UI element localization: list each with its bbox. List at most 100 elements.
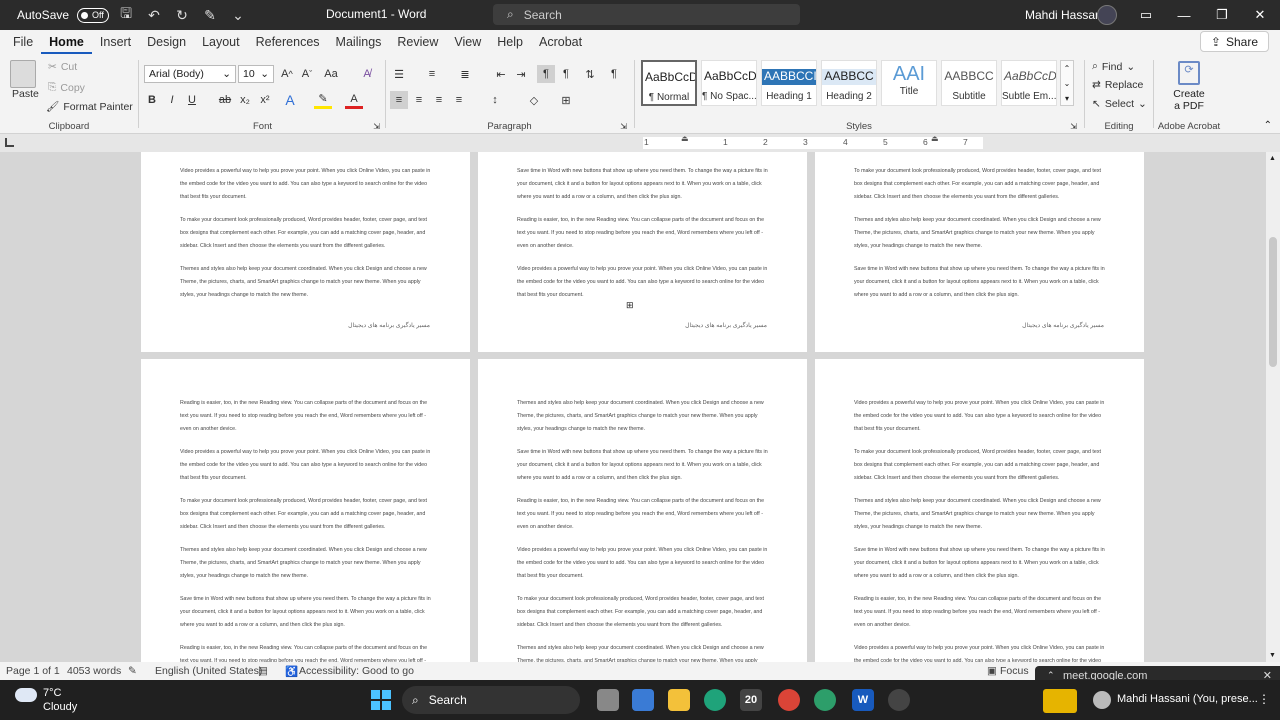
paragraph[interactable]: Video provides a powerful way to help yo… bbox=[517, 263, 768, 302]
share-button[interactable]: ⇪ Share bbox=[1199, 31, 1269, 52]
bold-icon[interactable]: B bbox=[143, 91, 161, 109]
select-button[interactable]: ↖ Select ⌄ bbox=[1092, 98, 1147, 110]
grow-font-icon[interactable]: A ^ bbox=[278, 65, 296, 83]
shading-icon[interactable]: ◇ bbox=[525, 91, 543, 109]
paragraph[interactable]: Video provides a powerful way to help yo… bbox=[854, 397, 1105, 436]
undo-icon[interactable]: ↶ bbox=[143, 4, 165, 26]
collapse-ribbon-icon[interactable]: ⌃ bbox=[1264, 120, 1272, 131]
tab-view[interactable]: View bbox=[446, 30, 489, 54]
paragraph[interactable]: Reading is easier, too, in the new Readi… bbox=[180, 397, 431, 436]
align-right-icon[interactable]: ≡ bbox=[430, 91, 448, 109]
redo-icon[interactable]: ↻ bbox=[171, 4, 193, 26]
paragraph[interactable]: To make your document look professionall… bbox=[854, 446, 1105, 485]
style-no-spacing[interactable]: AaBbCcDc ¶ No Spac... bbox=[701, 60, 757, 106]
paragraph[interactable]: Themes and styles also help keep your do… bbox=[180, 263, 431, 302]
rtl-icon[interactable]: ¶ bbox=[557, 65, 575, 83]
styles-scroll[interactable]: ⌃ ⌄ ▾ bbox=[1060, 60, 1074, 106]
task-view-icon[interactable] bbox=[597, 689, 619, 711]
highlight-icon[interactable]: ✎ bbox=[314, 91, 332, 109]
style-heading-2[interactable]: AABBCC Heading 2 bbox=[821, 60, 877, 106]
paragraph[interactable]: Themes and styles also help keep your do… bbox=[854, 214, 1105, 253]
bullets-icon[interactable]: ☰ bbox=[390, 65, 408, 83]
user-name[interactable]: Mahdi Hassani bbox=[1025, 8, 1104, 22]
paragraph[interactable]: Themes and styles also help keep your do… bbox=[180, 544, 431, 583]
paragraph[interactable]: Video provides a powerful way to help yo… bbox=[180, 446, 431, 485]
page[interactable]: Save time in Word with new buttons that … bbox=[478, 152, 807, 352]
paragraph[interactable]: Video provides a powerful way to help yo… bbox=[180, 165, 431, 204]
focus-button[interactable]: Focus bbox=[1000, 665, 1029, 677]
chrome-icon[interactable] bbox=[778, 689, 800, 711]
indent-marker-icon[interactable]: ⏏ bbox=[681, 134, 689, 143]
scroll-down-icon[interactable]: ▼ bbox=[1269, 652, 1276, 659]
line-spacing-icon[interactable]: ↕ bbox=[486, 91, 504, 109]
tab-help[interactable]: Help bbox=[489, 30, 531, 54]
create-pdf-icon[interactable]: ⟳ bbox=[1178, 61, 1200, 85]
tab-design[interactable]: Design bbox=[139, 30, 194, 54]
page[interactable]: Video provides a powerful way to help yo… bbox=[815, 359, 1144, 662]
style-normal[interactable]: AaBbCcDc ¶ Normal bbox=[641, 60, 697, 106]
subscript-icon[interactable]: x₂ bbox=[236, 91, 254, 109]
avatar[interactable] bbox=[1097, 5, 1117, 25]
word-count[interactable]: 4053 words bbox=[67, 665, 121, 677]
decrease-indent-icon[interactable]: ⇤ bbox=[492, 65, 510, 83]
replace-button[interactable]: ⇄ Replace bbox=[1092, 79, 1143, 91]
find-button[interactable]: ⌕ Find ⌄ bbox=[1092, 60, 1135, 73]
text-effects-icon[interactable]: A bbox=[281, 91, 299, 109]
page[interactable]: Video provides a powerful way to help yo… bbox=[141, 152, 470, 352]
change-case-icon[interactable]: Aa bbox=[322, 65, 340, 83]
minimize-icon[interactable]: — bbox=[1165, 0, 1203, 30]
font-dialog-launcher-icon[interactable]: ⇲ bbox=[373, 122, 380, 131]
paragraph[interactable]: Save time in Word with new buttons that … bbox=[180, 593, 431, 632]
font-color-icon[interactable]: A bbox=[345, 91, 363, 109]
paragraph[interactable]: Reading is easier, too, in the new Readi… bbox=[854, 593, 1105, 632]
autosave-toggle[interactable]: Off bbox=[77, 7, 110, 23]
paste-icon[interactable] bbox=[10, 60, 36, 88]
numbering-icon[interactable]: ≡ bbox=[423, 65, 441, 83]
paragraph[interactable]: Reading is easier, too, in the new Readi… bbox=[517, 495, 768, 534]
recorder-icon[interactable] bbox=[888, 689, 910, 711]
copilot-icon[interactable] bbox=[632, 689, 654, 711]
paragraph[interactable]: Video provides a powerful way to help yo… bbox=[517, 544, 768, 583]
style-heading-1[interactable]: AABBCCI Heading 1 bbox=[761, 60, 817, 106]
paragraph[interactable]: Themes and styles also help keep your do… bbox=[517, 642, 768, 662]
paragraph[interactable]: Save time in Word with new buttons that … bbox=[854, 263, 1105, 302]
tab-file[interactable]: File bbox=[5, 30, 41, 54]
paragraph[interactable]: Themes and styles also help keep your do… bbox=[854, 495, 1105, 534]
style-subtitle[interactable]: AABBCC Subtitle bbox=[941, 60, 997, 106]
weather-status[interactable]: Cloudy bbox=[43, 701, 77, 713]
ribbon-display-icon[interactable]: ▭ bbox=[1127, 0, 1165, 30]
meet-presenter[interactable]: Mahdi Hassani (You, prese... bbox=[1117, 693, 1258, 705]
scroll-thumb[interactable] bbox=[1269, 237, 1277, 367]
paragraph[interactable]: Reading is easier, too, in the new Readi… bbox=[180, 642, 431, 662]
paragraph[interactable]: Save time in Word with new buttons that … bbox=[854, 544, 1105, 583]
sort-icon[interactable]: ⇅ bbox=[581, 65, 599, 83]
paragraph[interactable]: Video provides a powerful way to help yo… bbox=[854, 642, 1105, 662]
page[interactable]: Themes and styles also help keep your do… bbox=[478, 359, 807, 662]
word-icon[interactable]: W bbox=[852, 689, 874, 711]
underline-icon[interactable]: U bbox=[183, 91, 201, 109]
paragraph[interactable]: To make your document look professionall… bbox=[517, 593, 768, 632]
meet-present-icon[interactable] bbox=[1043, 689, 1077, 713]
ltr-icon[interactable]: ¶ bbox=[537, 65, 555, 83]
proofing-icon[interactable]: ✎ bbox=[128, 665, 137, 677]
clear-formatting-icon[interactable]: A̸ bbox=[358, 65, 376, 83]
paragraph[interactable]: To make your document look professionall… bbox=[854, 165, 1105, 204]
paste-button[interactable]: Paste bbox=[12, 88, 39, 100]
app-20-icon[interactable]: 20 bbox=[740, 689, 762, 711]
paragraph[interactable]: Save time in Word with new buttons that … bbox=[517, 446, 768, 485]
search-box[interactable]: ⌕ Search bbox=[493, 4, 800, 25]
tab-insert[interactable]: Insert bbox=[92, 30, 139, 54]
tab-layout[interactable]: Layout bbox=[194, 30, 248, 54]
customize-toolbar-icon[interactable]: ⌄ bbox=[227, 4, 249, 26]
format-icon[interactable]: ✎ bbox=[199, 4, 221, 26]
scroll-up-icon[interactable]: ▲ bbox=[1269, 155, 1276, 162]
close-icon[interactable]: ✕ bbox=[1241, 0, 1279, 30]
style-title[interactable]: AAI Title bbox=[881, 60, 937, 106]
align-center-icon[interactable]: ≡ bbox=[410, 91, 428, 109]
paragraph[interactable]: To make your document look professionall… bbox=[180, 495, 431, 534]
tab-review[interactable]: Review bbox=[389, 30, 446, 54]
tab-selector-icon[interactable] bbox=[5, 138, 14, 147]
text-predictions-icon[interactable]: ▤ bbox=[258, 665, 268, 677]
page[interactable]: To make your document look professionall… bbox=[815, 152, 1144, 352]
paragraph[interactable]: Reading is easier, too, in the new Readi… bbox=[517, 214, 768, 253]
